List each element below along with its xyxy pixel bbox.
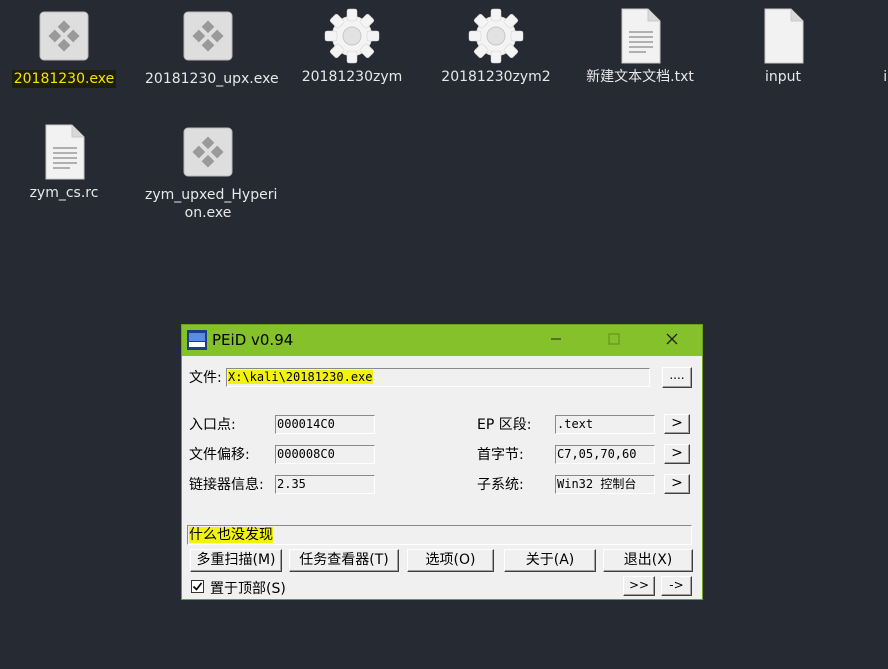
subsystem-field: Win32 控制台 xyxy=(555,475,655,494)
linker-info-field: 2.35 xyxy=(275,475,375,494)
desktop-icon-zym-upxed-hyperion-exe[interactable]: zym_upxed_Hyperi on.exe xyxy=(143,126,277,222)
executable-icon xyxy=(183,11,233,61)
close-button[interactable] xyxy=(658,329,686,351)
minimize-icon xyxy=(551,338,561,340)
ep-section-field: .text xyxy=(555,415,655,434)
binary-file-icon xyxy=(764,8,804,64)
subsystem-arrow-button[interactable]: > xyxy=(664,474,690,494)
peid-app-icon xyxy=(187,330,207,350)
desktop-icon-20181230zym[interactable]: 20181230zym xyxy=(287,8,417,86)
maximize-icon xyxy=(608,333,620,345)
file-offset-field: 000008C0 xyxy=(275,445,375,464)
desktop-icon-label: 新建文本文档.txt xyxy=(586,69,694,85)
checkmark-icon xyxy=(192,582,203,591)
task-viewer-button[interactable]: 任务查看器(T) xyxy=(289,549,399,572)
desktop-icon-label-line2: on.exe xyxy=(184,205,232,221)
about-button[interactable]: 关于(A) xyxy=(504,549,596,572)
extension-button[interactable]: >> xyxy=(623,576,655,596)
ep-section-value: .text xyxy=(557,417,594,431)
exit-button[interactable]: 退出(X) xyxy=(603,549,693,572)
desktop-icon-20181230zym2[interactable]: 20181230zym2 xyxy=(431,8,561,86)
desktop-icon-20181230-upx-exe[interactable]: 20181230_upx.exe xyxy=(143,10,279,88)
executable-icon xyxy=(39,11,89,61)
options-button[interactable]: 选项(O) xyxy=(407,549,494,572)
maximize-button xyxy=(600,329,628,351)
ep-section-label: EP 区段: xyxy=(477,417,532,433)
arrow-menu-label: -> xyxy=(669,578,684,592)
window-title: PEiD v0.94 xyxy=(212,331,294,349)
desktop-icon-partial[interactable]: in xyxy=(822,68,888,86)
text-file-icon xyxy=(45,124,85,180)
options-label: 选项(O) xyxy=(425,552,476,568)
entry-point-value: 000014C0 xyxy=(277,417,335,431)
text-file-icon xyxy=(621,8,661,64)
desktop-icon-label: 20181230zym2 xyxy=(441,69,551,85)
first-bytes-label: 首字节: xyxy=(477,447,524,463)
multi-scan-label: 多重扫描(M) xyxy=(196,552,276,568)
file-path-value: X:\kali\20181230.exe xyxy=(228,370,373,384)
multi-scan-button[interactable]: 多重扫描(M) xyxy=(190,549,282,572)
file-offset-value: 000008C0 xyxy=(277,447,335,461)
browse-label: .... xyxy=(669,368,685,382)
subsystem-label: 子系统: xyxy=(477,477,524,493)
subsystem-value: Win32 控制台 xyxy=(557,477,637,491)
file-label: 文件: xyxy=(189,370,222,386)
first-bytes-field: C7,05,70,60 xyxy=(555,445,655,464)
gear-icon xyxy=(468,8,524,64)
arrow-label: > xyxy=(671,475,683,491)
desktop-icon-label: 20181230_upx.exe xyxy=(145,71,279,87)
desktop-icon-label-line1: zym_upxed_Hyperi xyxy=(145,187,278,203)
title-bar[interactable]: PEiD v0.94 xyxy=(182,325,702,356)
file-path-input[interactable]: X:\kali\20181230.exe xyxy=(226,368,650,387)
peid-window: PEiD v0.94 文件: X:\kali\20181230.exe ....… xyxy=(181,324,703,600)
about-label: 关于(A) xyxy=(525,552,575,568)
scan-result-text: 什么也没发现 xyxy=(189,527,273,543)
browse-button[interactable]: .... xyxy=(662,367,692,388)
linker-info-value: 2.35 xyxy=(277,477,306,491)
close-icon xyxy=(666,333,678,345)
exit-label: 退出(X) xyxy=(623,552,673,568)
desktop-icon-label: in xyxy=(883,69,888,85)
desktop-icon-label: input xyxy=(764,69,801,85)
task-viewer-label: 任务查看器(T) xyxy=(299,552,389,568)
entry-point-label: 入口点: xyxy=(189,417,236,433)
extension-label: >> xyxy=(628,578,650,592)
executable-icon xyxy=(183,127,233,177)
ep-section-arrow-button[interactable]: > xyxy=(664,414,690,434)
desktop-icon-label: zym_cs.rc xyxy=(29,185,99,201)
desktop-icon-zym-cs-rc[interactable]: zym_cs.rc xyxy=(0,124,129,202)
arrow-label: > xyxy=(671,445,683,461)
desktop-icon-20181230-exe[interactable]: 20181230.exe xyxy=(0,10,129,88)
scan-result-bar: 什么也没发现 xyxy=(187,525,692,545)
minimize-button[interactable] xyxy=(542,329,570,351)
entry-point-field: 000014C0 xyxy=(275,415,375,434)
arrow-menu-button[interactable]: -> xyxy=(661,576,692,596)
stay-on-top-label[interactable]: 置于顶部(S) xyxy=(210,578,286,598)
linker-info-label: 链接器信息: xyxy=(189,477,264,493)
desktop-icon-new-text-document[interactable]: 新建文本文档.txt xyxy=(575,8,705,86)
arrow-label: > xyxy=(671,415,683,431)
desktop-icon-label: 20181230zym xyxy=(301,69,403,85)
first-bytes-arrow-button[interactable]: > xyxy=(664,444,690,464)
gear-icon xyxy=(324,8,380,64)
file-offset-label: 文件偏移: xyxy=(189,447,250,463)
stay-on-top-checkbox[interactable] xyxy=(191,580,204,593)
desktop-icon-label: 20181230.exe xyxy=(11,70,117,88)
first-bytes-value: C7,05,70,60 xyxy=(557,447,637,461)
